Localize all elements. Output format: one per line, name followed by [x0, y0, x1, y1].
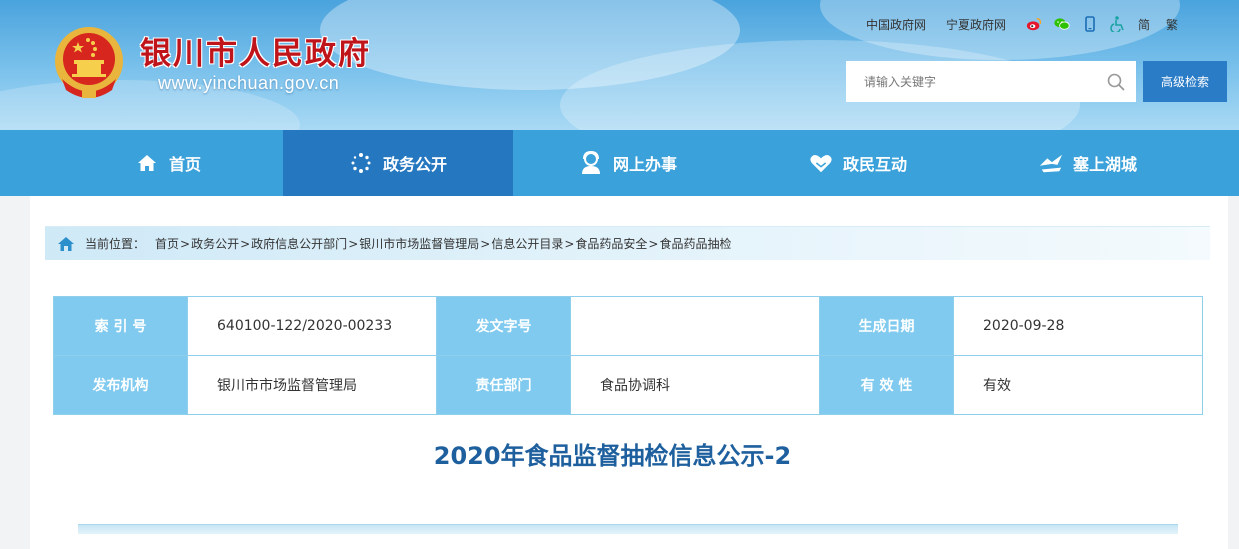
breadcrumb-item[interactable]: 食品药品抽检	[659, 235, 731, 252]
meta-value: 银川市市场监督管理局	[187, 355, 437, 415]
lang-traditional[interactable]: 繁	[1166, 16, 1178, 33]
meta-key: 责任部门	[436, 355, 571, 415]
breadcrumb-item[interactable]: 食品药品安全	[575, 235, 647, 252]
top-links: 中国政府网 宁夏政府网 简 繁	[866, 15, 1194, 33]
table-row: 发布机构 银川市市场监督管理局 责任部门 食品协调科 有 效 性 有效	[53, 355, 1203, 415]
meta-value: 2020-09-28	[953, 296, 1203, 356]
search-box	[846, 61, 1136, 102]
nav-item-label: 政民互动	[842, 155, 907, 174]
weibo-icon[interactable]	[1026, 16, 1042, 32]
breadcrumb-separator: >	[348, 236, 359, 251]
accessibility-icon[interactable]	[1110, 16, 1126, 32]
content-divider	[78, 524, 1178, 534]
breadcrumb-separator: >	[240, 236, 251, 251]
document-title: 2020年食品监督抽检信息公示-2	[433, 442, 792, 470]
site-header: 银川市人民政府 www.yinchuan.gov.cn 中国政府网 宁夏政府网 …	[0, 0, 1239, 130]
site-title: 银川市人民政府	[140, 36, 371, 72]
main-content: 当前位置： 首页 > 政务公开 > 政府信息公开部门 > 银川市市场监督管理局 …	[30, 196, 1228, 549]
table-row: 索 引 号 640100-122/2020-00233 发文字号 生成日期 20…	[53, 296, 1203, 356]
mobile-icon[interactable]	[1082, 16, 1098, 32]
breadcrumb-item[interactable]: 信息公开目录	[491, 235, 563, 252]
meta-key: 发布机构	[53, 355, 188, 415]
nav-item-lake-city[interactable]: 塞上湖城	[973, 130, 1203, 196]
city-bird-icon	[1039, 151, 1063, 175]
breadcrumb-separator: >	[564, 236, 575, 251]
lang-simplified[interactable]: 简	[1138, 16, 1150, 33]
meta-value: 有效	[953, 355, 1203, 415]
search-input[interactable]	[846, 61, 1096, 102]
meta-value: 食品协调科	[570, 355, 820, 415]
service-person-icon	[579, 151, 603, 175]
main-nav: 首页 政务公开 网上办事 政民互动 塞上湖城	[0, 130, 1239, 196]
meta-key: 有 效 性	[819, 355, 954, 415]
document-meta-table: 索 引 号 640100-122/2020-00233 发文字号 生成日期 20…	[53, 296, 1203, 415]
meta-value	[570, 296, 820, 356]
advanced-search-button[interactable]: 高级检索	[1143, 61, 1227, 102]
breadcrumb: 当前位置： 首页 > 政务公开 > 政府信息公开部门 > 银川市市场监督管理局 …	[45, 226, 1210, 260]
meta-key: 发文字号	[436, 296, 571, 356]
home-icon	[58, 236, 74, 251]
breadcrumb-item[interactable]: 首页	[155, 235, 179, 252]
breadcrumb-separator: >	[648, 236, 659, 251]
search-icon[interactable]	[1096, 61, 1136, 102]
breadcrumb-item[interactable]: 政府信息公开部门	[251, 235, 347, 252]
nav-item-interaction[interactable]: 政民互动	[743, 130, 973, 196]
nav-item-online-service[interactable]: 网上办事	[513, 130, 743, 196]
breadcrumb-separator: >	[180, 236, 191, 251]
home-icon	[135, 151, 159, 175]
breadcrumb-item[interactable]: 银川市市场监督管理局	[359, 235, 479, 252]
link-ningxia-gov[interactable]: 宁夏政府网	[946, 16, 1006, 33]
national-emblem-icon	[55, 27, 123, 98]
heart-hands-icon	[809, 151, 833, 175]
nav-item-home[interactable]: 首页	[53, 130, 283, 196]
nav-item-label: 政务公开	[382, 155, 447, 174]
wechat-icon[interactable]	[1054, 16, 1070, 32]
meta-key: 索 引 号	[53, 296, 188, 356]
breadcrumb-separator: >	[480, 236, 491, 251]
nav-item-label: 首页	[168, 155, 201, 174]
link-china-gov[interactable]: 中国政府网	[866, 16, 926, 33]
site-url: www.yinchuan.gov.cn	[158, 73, 340, 93]
breadcrumb-item[interactable]: 政务公开	[191, 235, 239, 252]
nav-item-gov-affairs[interactable]: 政务公开	[283, 130, 513, 196]
nav-item-label: 网上办事	[612, 155, 677, 174]
meta-value: 640100-122/2020-00233	[187, 296, 437, 356]
nav-item-label: 塞上湖城	[1072, 155, 1137, 174]
meta-key: 生成日期	[819, 296, 954, 356]
breadcrumb-label: 当前位置：	[85, 237, 146, 251]
dots-circle-icon	[349, 151, 373, 175]
